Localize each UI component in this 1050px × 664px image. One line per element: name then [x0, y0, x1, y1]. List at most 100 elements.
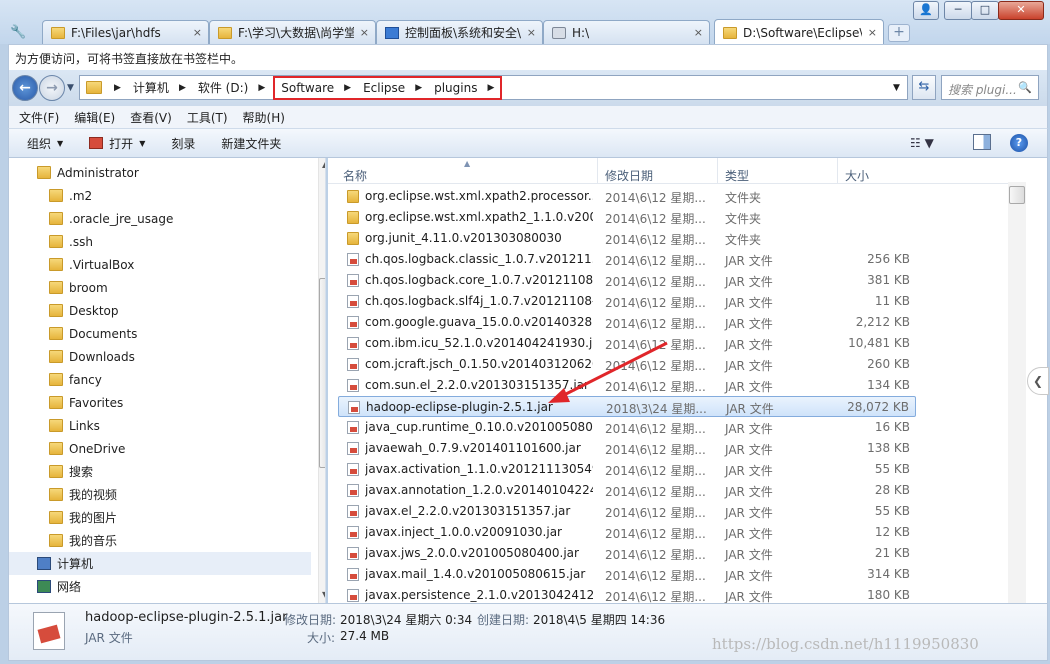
nav-item[interactable]: .m2 [9, 184, 311, 207]
close-icon[interactable]: × [694, 26, 703, 39]
help-icon[interactable]: ? [1010, 134, 1028, 152]
file-row[interactable]: org.junit_4.11.0.v201303080030 2014\6\12 … [338, 228, 916, 249]
nav-item[interactable]: Favorites [9, 391, 311, 414]
file-row[interactable]: ch.qos.logback.slf4j_1.0.7.v20121108-...… [338, 291, 916, 312]
breadcrumb-eclipse[interactable]: Eclipse ▶ [357, 81, 428, 95]
nav-item[interactable]: 我的音乐 [9, 529, 311, 552]
preview-pane-icon[interactable] [973, 134, 991, 150]
nav-item[interactable]: Administrator [9, 161, 311, 184]
file-row[interactable]: ch.qos.logback.classic_1.0.7.v201211... 2… [338, 249, 916, 270]
file-date: 2014\6\12 星期... [605, 569, 706, 583]
nav-item[interactable]: broom [9, 276, 311, 299]
column-header-name[interactable]: 名称 ▲ [328, 158, 598, 184]
file-row[interactable]: com.ibm.icu_52.1.0.v201404241930.jar 2014… [338, 333, 916, 354]
file-date: 2014\6\12 星期... [605, 464, 706, 478]
file-name: com.google.guava_15.0.0.v20140328... [365, 315, 593, 329]
forward-button[interactable]: → [39, 75, 65, 101]
breadcrumb-label: plugins [434, 80, 478, 95]
new-folder-button[interactable]: 新建文件夹 [221, 135, 281, 152]
nav-item[interactable]: Links [9, 414, 311, 437]
nav-item[interactable]: Downloads [9, 345, 311, 368]
menu-view[interactable]: 查看(V) [130, 109, 172, 126]
breadcrumb-software[interactable]: Software ▶ [275, 81, 357, 95]
file-row[interactable]: org.eclipse.wst.xml.xpath2.processor....… [338, 186, 916, 207]
folder-icon [49, 281, 63, 294]
close-icon[interactable]: × [360, 26, 369, 39]
chevron-left-icon[interactable]: ❮ [1027, 367, 1049, 395]
column-header-size[interactable]: 大小 [838, 158, 918, 184]
column-header-type[interactable]: 类型 [718, 158, 838, 184]
wrench-icon[interactable]: 🔧 [10, 25, 26, 40]
history-dropdown-icon[interactable]: ▼ [67, 83, 74, 93]
file-row[interactable]: javax.persistence_2.1.0.v20130424121... 2… [338, 585, 916, 603]
folder-icon [51, 26, 65, 39]
nav-scrollbar-thumb[interactable] [319, 278, 325, 468]
new-tab-button[interactable]: + [888, 24, 910, 42]
nav-item[interactable]: 我的视频 [9, 483, 311, 506]
file-row[interactable]: javax.annotation_1.2.0.v20140104224... 20… [338, 480, 916, 501]
tab-h-drive[interactable]: H:\ × [543, 20, 710, 44]
open-button[interactable]: 打开 ▼ [89, 135, 145, 152]
file-row[interactable]: javax.el_2.2.0.v201303151357.jar 2014\6\1… [338, 501, 916, 522]
burn-button[interactable]: 刻录 [171, 135, 195, 152]
address-dropdown-icon[interactable]: ▼ [893, 83, 900, 93]
breadcrumb-computer[interactable]: 计算机 ▶ [127, 79, 192, 96]
file-row[interactable]: com.sun.el_2.2.0.v201303151357.jar 2014\6… [338, 375, 916, 396]
breadcrumb-drive-d[interactable]: 软件 (D:) ▶ [192, 79, 271, 96]
nav-item[interactable]: OneDrive [9, 437, 311, 460]
file-row[interactable]: javax.inject_1.0.0.v20091030.jar 2014\6\1… [338, 522, 916, 543]
nav-item[interactable]: 网络 [9, 575, 311, 598]
close-window-button[interactable]: ✕ [998, 1, 1044, 20]
search-icon[interactable]: 🔍 [1018, 81, 1032, 94]
scroll-down-icon[interactable]: ▼ [322, 590, 325, 599]
tab-hdfs[interactable]: F:\Files\jar\hdfs × [42, 20, 209, 44]
refresh-button[interactable]: ⇆ [912, 75, 936, 100]
file-row[interactable]: javax.activation_1.1.0.v201211130549....… [338, 459, 916, 480]
nav-item[interactable]: 计算机 [9, 552, 311, 575]
views-button[interactable]: ☷ ▼ [910, 136, 934, 150]
file-list-scrollbar-thumb[interactable] [1009, 186, 1025, 204]
details-modified-label: 修改日期: [284, 613, 337, 627]
nav-item[interactable]: fancy [9, 368, 311, 391]
file-row[interactable]: javax.jws_2.0.0.v201005080400.jar 2014\6\… [338, 543, 916, 564]
file-row[interactable]: ch.qos.logback.core_1.0.7.v20121108... 20… [338, 270, 916, 291]
menu-file[interactable]: 文件(F) [19, 109, 59, 126]
file-date: 2014\6\12 星期... [605, 485, 706, 499]
organize-button[interactable]: 组织 ▼ [27, 135, 63, 152]
tab-study[interactable]: F:\学习\大数据\尚学堂 × [209, 20, 376, 44]
menu-help[interactable]: 帮助(H) [243, 109, 285, 126]
file-row[interactable]: com.google.guava_15.0.0.v20140328... 2014… [338, 312, 916, 333]
nav-item[interactable]: 搜索 [9, 460, 311, 483]
tab-eclipse[interactable]: D:\Software\Eclipse\ × [714, 19, 884, 45]
menu-tools[interactable]: 工具(T) [187, 109, 228, 126]
scroll-up-icon[interactable]: ▲ [322, 160, 325, 169]
nav-item[interactable]: Desktop [9, 299, 311, 322]
tab-control-panel[interactable]: 控制面板\系统和安全\ × [376, 20, 543, 44]
file-row[interactable]: hadoop-eclipse-plugin-2.5.1.jar 2018\3\24… [338, 396, 916, 417]
nav-item[interactable]: .oracle_jre_usage [9, 207, 311, 230]
file-list-scrollbar[interactable] [1008, 182, 1026, 603]
nav-item[interactable]: .VirtualBox [9, 253, 311, 276]
file-row[interactable]: org.eclipse.wst.xml.xpath2_1.1.0.v200...… [338, 207, 916, 228]
close-icon[interactable]: × [527, 26, 536, 39]
file-row[interactable]: javaewah_0.7.9.v201401101600.jar 2014\6\1… [338, 438, 916, 459]
nav-item[interactable]: 我的图片 [9, 506, 311, 529]
nav-item[interactable]: .ssh [9, 230, 311, 253]
menu-edit[interactable]: 编辑(E) [74, 109, 115, 126]
back-button[interactable]: ← [12, 75, 38, 101]
breadcrumb-plugins[interactable]: plugins ▶ [428, 81, 500, 95]
close-icon[interactable]: × [868, 26, 877, 39]
minimize-button[interactable]: ─ [944, 1, 972, 20]
file-row[interactable]: javax.mail_1.4.0.v201005080615.jar 2014\6… [338, 564, 916, 585]
user-button[interactable]: 👤 [913, 1, 939, 20]
search-input[interactable]: 搜索 plugi... 🔍 [941, 75, 1039, 100]
close-icon[interactable]: × [193, 26, 202, 39]
file-row[interactable]: com.jcraft.jsch_0.1.50.v201403120620....… [338, 354, 916, 375]
maximize-button[interactable]: □ [971, 1, 999, 20]
nav-item[interactable]: Documents [9, 322, 311, 345]
breadcrumb-root-arrow[interactable]: ▶ [108, 83, 127, 93]
file-row[interactable]: java_cup.runtime_0.10.0.v2010050804... 20… [338, 417, 916, 438]
column-header-date[interactable]: 修改日期 [598, 158, 718, 184]
address-bar[interactable]: ▶ 计算机 ▶ 软件 (D:) ▶ Software ▶ Eclipse ▶ plugi… [79, 75, 908, 100]
watermark: https://blog.csdn.net/h1119950830 [712, 635, 979, 653]
